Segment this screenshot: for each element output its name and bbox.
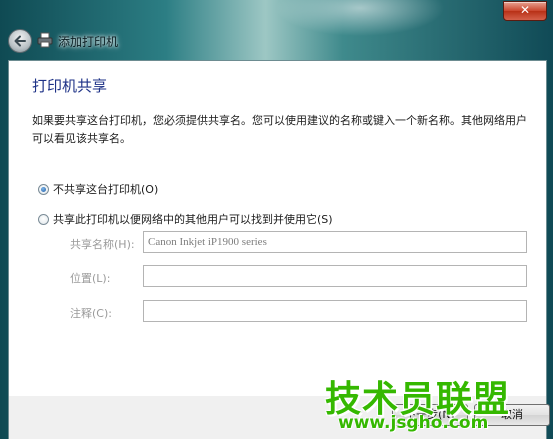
comment-label: 注释(C): (70, 307, 112, 320)
back-arrow-icon (14, 35, 26, 47)
location-label: 位置(L): (70, 272, 111, 285)
watermark-url: www.jsgho.com (338, 413, 489, 433)
no-share-label: 不共享这台打印机(O) (53, 183, 159, 196)
close-button[interactable]: ✕ (503, 1, 547, 21)
comment-field[interactable] (143, 300, 527, 322)
share-radio[interactable] (38, 213, 49, 225)
wizard-content-area (8, 60, 547, 397)
page-description: 如果要共享这台打印机，您必须提供共享名。您可以使用建议的名称或键入一个新名称。其… (32, 114, 527, 145)
window-title: 添加打印机 (58, 35, 119, 49)
location-field[interactable] (143, 265, 527, 287)
share-label: 共享此打印机以便网络中的其他用户可以找到并使用它(S) (53, 213, 333, 226)
page-title: 打印机共享 (32, 77, 108, 95)
no-share-option[interactable]: 不共享这台打印机(O) (38, 181, 158, 197)
share-name-field[interactable]: Canon Inkjet iP1900 series (143, 231, 527, 253)
share-name-label: 共享名称(H): (70, 238, 135, 251)
share-option[interactable]: 共享此打印机以便网络中的其他用户可以找到并使用它(S) (38, 211, 333, 227)
printer-icon (37, 32, 53, 48)
no-share-radio[interactable] (38, 183, 49, 195)
back-button[interactable] (8, 29, 32, 53)
